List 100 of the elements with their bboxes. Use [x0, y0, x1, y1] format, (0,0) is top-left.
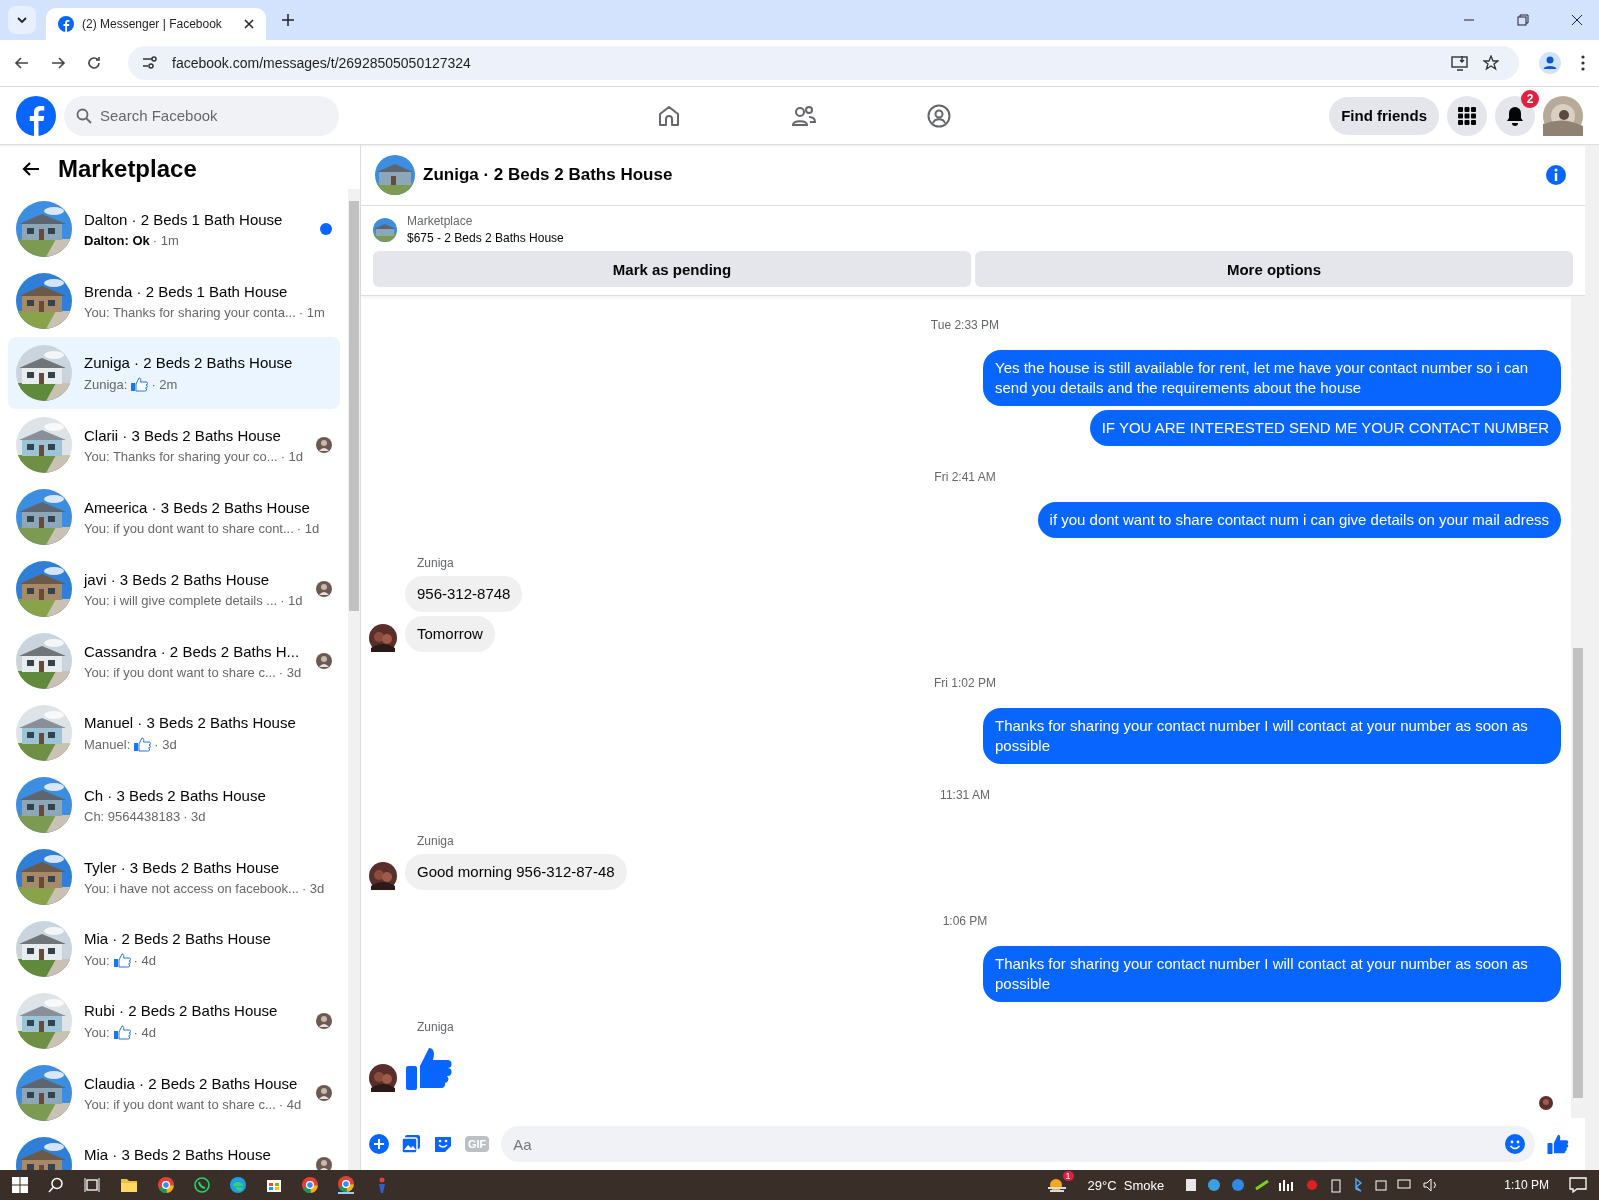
received-message: 956-312-8748 [405, 576, 523, 612]
weather-icon[interactable] [1045, 1176, 1068, 1194]
image-icon[interactable] [401, 1134, 421, 1154]
message-preview: You: if you dont want to share cont... [84, 520, 294, 536]
install-app-icon[interactable] [1451, 55, 1469, 71]
friends-icon[interactable] [791, 103, 818, 128]
task-view-icon[interactable] [84, 1177, 100, 1193]
listing-title[interactable]: $675 - 2 Beds 2 Baths House [407, 231, 564, 245]
conversation-title: javi · 3 Beds 2 Baths House [84, 570, 271, 588]
notification-badge: 2 [1521, 89, 1539, 108]
browser-tab[interactable]: (2) Messenger | Facebook [46, 8, 266, 40]
conversation-title: Ch · 3 Beds 2 Baths House [84, 786, 267, 804]
search-field[interactable]: Search Facebook [64, 95, 339, 136]
conversation-item[interactable]: Ch · 3 Beds 2 Baths House Ch: 9564438183 · 3d [8, 769, 340, 841]
emoji-icon[interactable] [1505, 1134, 1525, 1154]
conversation-item[interactable]: javi · 3 Beds 2 Baths House You: i will give complete details ... · 1d [8, 553, 340, 625]
chrome-icon[interactable] [158, 1177, 174, 1193]
conversation-item[interactable]: Ameerica · 3 Beds 2 Baths House You: if you dont want to share cont... · 1d [8, 481, 340, 553]
info-icon[interactable] [1545, 164, 1567, 186]
chevron-down-icon [16, 14, 28, 26]
bell-icon [1506, 105, 1524, 126]
conversation-item[interactable]: Dalton · 2 Beds 1 Bath House Dalton: Ok · 1m [8, 193, 340, 265]
message-input[interactable]: Aa [501, 1126, 1535, 1162]
find-friends-button[interactable]: Find friends [1329, 96, 1439, 135]
conversation-item[interactable]: Rubi · 2 Beds 2 Baths House You: · 4d [8, 985, 340, 1057]
folder-icon[interactable] [120, 1177, 138, 1193]
clock[interactable]: 1:10 PM [1504, 1178, 1549, 1192]
forward-icon[interactable] [50, 55, 66, 71]
whatsapp-icon[interactable] [194, 1177, 210, 1193]
scrollbar[interactable] [348, 189, 360, 1170]
conversation-item[interactable]: Brenda · 2 Beds 1 Bath House You: Thanks for sharing your conta... · 1m [8, 265, 340, 337]
message-preview: You: if you dont want to share c... [84, 664, 276, 680]
weather-badge: 1 [1062, 1171, 1074, 1181]
message-preview: You: Thanks for sharing your conta... [84, 304, 296, 320]
chrome-icon[interactable] [302, 1177, 318, 1193]
facebook-logo-icon[interactable] [16, 95, 56, 136]
back-icon[interactable] [14, 55, 30, 71]
menu-button[interactable] [1447, 95, 1487, 136]
message-time: · 3d [301, 880, 325, 896]
sender-name: Zuniga [417, 834, 455, 848]
sent-message: if you dont want to share contact num i can give details on your mail adress [1037, 502, 1561, 538]
thumbs-up-icon[interactable] [1547, 1133, 1569, 1155]
reload-icon[interactable] [86, 55, 102, 71]
conversation-item[interactable]: Tyler · 3 Beds 2 Baths House You: i have not access on facebook... · 3d [8, 841, 340, 913]
conversation-item[interactable]: Cassandra · 2 Beds 2 Baths H... You: if you dont want to share c... · 3d [8, 625, 340, 697]
seen-avatar [1539, 1096, 1553, 1110]
conversation-title: Dalton · 2 Beds 1 Bath House [84, 210, 284, 228]
conversation-title: Clarii · 3 Beds 2 Baths House [84, 426, 282, 444]
new-tab-icon[interactable] [282, 14, 294, 26]
chrome-icon[interactable] [338, 1176, 354, 1194]
more-options-button[interactable]: More options [975, 251, 1573, 287]
notifications-button[interactable] [1495, 95, 1535, 136]
conversation-item[interactable]: Manuel · 3 Beds 2 Baths House Manuel: · 3d [8, 697, 340, 769]
profile-icon[interactable] [1539, 52, 1561, 74]
timestamp: Tue 2:33 PM [930, 318, 1000, 332]
message-preview: Ch: 9564438183 [84, 808, 181, 824]
timestamp: 11:31 AM [940, 788, 990, 802]
mark-pending-button[interactable]: Mark as pending [373, 251, 971, 287]
message-time: · 1m [298, 304, 325, 320]
conversation-item[interactable]: Claudia · 2 Beds 2 Baths House You: if you dont want to share c... · 4d [8, 1057, 340, 1129]
plus-icon[interactable] [369, 1134, 389, 1154]
conversation-title: Mia · 2 Beds 2 Baths House [84, 930, 272, 947]
sent-message: IF YOU ARE INTERESTED SEND ME YOUR CONTACT NUMBER [1089, 410, 1561, 446]
close-icon[interactable] [1571, 14, 1583, 26]
home-icon[interactable] [657, 103, 682, 128]
edge-icon[interactable] [230, 1177, 246, 1193]
message-time: · 4d [133, 952, 156, 968]
conversation-item[interactable]: Zuniga · 2 Beds 2 Baths House Zuniga: · 2m [8, 337, 340, 409]
conversation-title: Rubi · 2 Beds 2 Baths House [84, 1002, 279, 1019]
weather-text[interactable]: 29°C Smoke [1087, 1177, 1165, 1193]
chat-title: Zuniga · 2 Beds 2 Baths House [423, 165, 673, 185]
tab-list-button[interactable] [8, 6, 36, 34]
star-icon[interactable] [1483, 55, 1499, 71]
sender-name: Zuniga [417, 1020, 455, 1034]
conversation-item[interactable]: Mia · 2 Beds 2 Baths House You: · 4d [8, 913, 340, 985]
close-icon[interactable] [244, 19, 254, 29]
profile-circle-icon[interactable] [927, 103, 952, 128]
message-time: · 4d [278, 1096, 302, 1112]
more-icon[interactable] [1581, 55, 1585, 71]
sticker-icon[interactable] [433, 1134, 453, 1154]
search-icon [76, 107, 92, 124]
back-arrow-icon[interactable] [22, 161, 40, 177]
message-preview: Manuel: [84, 736, 131, 752]
conversation-title: Claudia · 2 Beds 2 Baths House [84, 1074, 299, 1092]
facebook-logo-icon [58, 16, 74, 32]
notification-center-icon[interactable] [1569, 1177, 1587, 1193]
sidebar-title: Marketplace [58, 155, 197, 183]
address-bar[interactable]: facebook.com/messages/t/26928505050127324 [128, 46, 1519, 80]
conversation-title: Zuniga · 2 Beds 2 Baths House [84, 354, 294, 371]
conversation-item[interactable]: Clarii · 3 Beds 2 Baths House You: Thanks for sharing your co... · 1d [8, 409, 340, 481]
windows-start-icon[interactable] [12, 1177, 28, 1193]
search-icon[interactable] [48, 1177, 64, 1193]
message-preview: You: if you dont want to share c... [84, 1096, 276, 1112]
site-settings-icon[interactable] [142, 56, 158, 70]
conversation-title: Mia · 3 Beds 2 Baths House [84, 1146, 272, 1163]
restore-icon[interactable] [1517, 14, 1529, 26]
message-time: · 2m [151, 376, 178, 392]
scrollbar[interactable] [1585, 145, 1599, 1170]
scrollbar[interactable] [1571, 296, 1585, 1118]
store-icon[interactable] [266, 1177, 282, 1193]
